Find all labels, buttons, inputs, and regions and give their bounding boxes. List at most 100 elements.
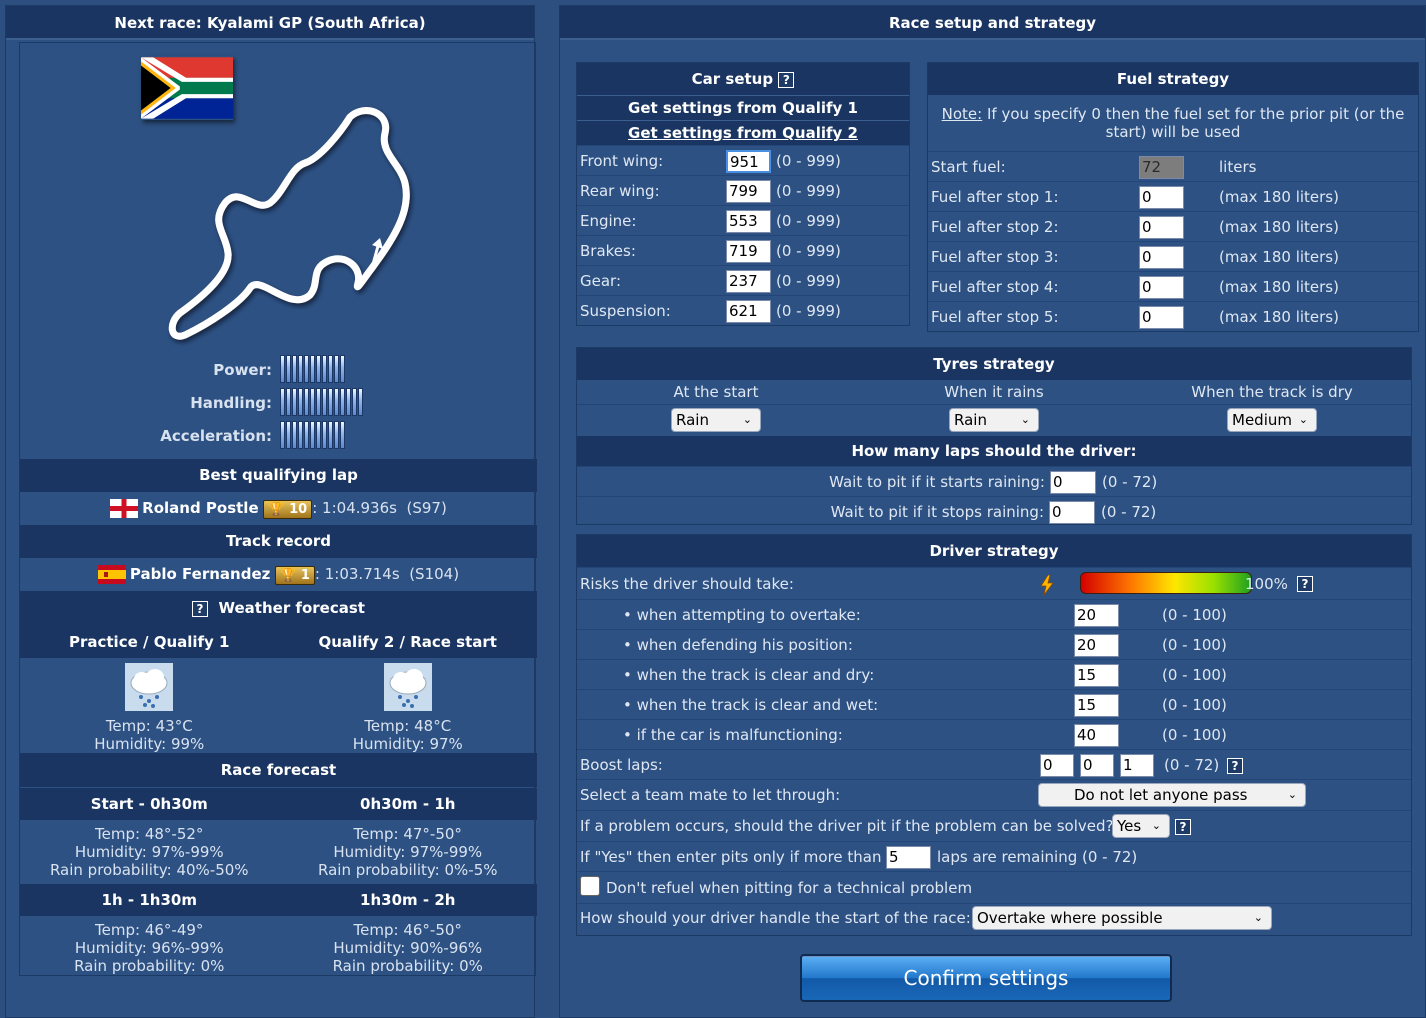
problem-value: Yes [1117, 817, 1142, 835]
record-season: (S104) [409, 565, 460, 583]
qualify1-settings-link[interactable]: Get settings from Qualify 1 [577, 95, 909, 120]
teammate-select[interactable]: Do not let anyone pass ⌄ [1038, 783, 1306, 807]
record-driver[interactable]: Pablo Fernandez [130, 565, 270, 583]
stat-bar-segment [322, 388, 327, 416]
note-text: If you specify 0 then the fuel set for t… [982, 105, 1405, 141]
stat-bar-segment [328, 421, 333, 449]
spain-flag-icon [97, 565, 126, 584]
england-flag-icon [110, 499, 139, 518]
tyre-rain-select[interactable]: Rain ⌄ [949, 408, 1039, 432]
race-forecast-header: Race forecast [20, 753, 537, 787]
power-stat: Power: [20, 355, 537, 385]
fuel-input[interactable]: 72 [1139, 156, 1184, 179]
best-lap-time: : 1:04.936s [312, 499, 397, 517]
setting-range: (0 - 999) [776, 242, 841, 260]
fuel-unit: (max 180 liters) [1219, 188, 1339, 206]
lightning-icon [1040, 575, 1054, 595]
stat-bar-segment [304, 388, 309, 416]
wait-rain-input[interactable]: 0 [1050, 471, 1096, 494]
help-icon[interactable]: ? [192, 600, 209, 617]
risk-setting-range: (0 - 100) [1162, 726, 1227, 744]
forecast-temp: Temp: 46°-50° [353, 921, 462, 939]
boost-input-2[interactable]: 0 [1080, 754, 1114, 777]
race-start-select[interactable]: Overtake where possible ⌄ [972, 906, 1272, 930]
setting-input[interactable]: 553 [726, 210, 771, 233]
forecast-humidity: Humidity: 96%-99% [74, 939, 224, 957]
setting-input[interactable]: 951 [726, 150, 771, 173]
wait-stop-input[interactable]: 0 [1049, 501, 1095, 524]
race-setup-panel: Race setup and strategy Car setup ? Get … [559, 5, 1426, 1018]
risk-setting-input[interactable]: 15 [1074, 694, 1119, 717]
stat-bar-segment [358, 388, 363, 416]
confirm-settings-button[interactable]: Confirm settings [800, 954, 1172, 1002]
help-icon[interactable]: ? [1175, 819, 1191, 835]
risk-setting-input[interactable]: 15 [1074, 664, 1119, 687]
setting-input[interactable]: 621 [726, 300, 771, 323]
fuel-input[interactable]: 0 [1139, 276, 1184, 299]
stat-bar-segment [322, 421, 327, 449]
stat-bar-segment [304, 355, 309, 383]
stat-bar-segment [310, 355, 315, 383]
fuel-input[interactable]: 0 [1139, 216, 1184, 239]
risk-setting-label: • when defending his position: [623, 636, 853, 654]
stat-bar-segment [352, 388, 357, 416]
boost-input-3[interactable]: 1 [1120, 754, 1154, 777]
boost-row: Boost laps: 0 0 1 (0 - 72) ? [577, 749, 1411, 779]
qualify2-settings-link[interactable]: Get settings from Qualify 2 [577, 120, 909, 145]
best-lap-row: Roland Postle 🏆 10: 1:04.936s (S97) [20, 492, 537, 525]
car-setup-rows: Front wing: 951 (0 - 999) Rear wing: 799 (0 -… [577, 145, 909, 325]
driver-header: Driver strategy [577, 535, 1411, 567]
refuel-row: Don't refuel when pitting for a technica… [577, 871, 1411, 903]
tyre-labels: At the start When it rains When the trac… [577, 380, 1411, 404]
fuel-input[interactable]: 0 [1139, 246, 1184, 269]
tyre-dry-select[interactable]: Medium ⌄ [1227, 408, 1317, 432]
risk-setting-input[interactable]: 20 [1074, 604, 1119, 627]
refuel-checkbox[interactable] [580, 876, 600, 896]
setting-input[interactable]: 237 [726, 270, 771, 293]
acceleration-bars [280, 421, 345, 449]
panel-title: Race setup and strategy [560, 6, 1425, 40]
weather-humidity: Humidity: 99% [94, 735, 205, 753]
fuel-input[interactable]: 0 [1139, 306, 1184, 329]
rain-cloud-icon [383, 663, 432, 711]
setting-input[interactable]: 799 [726, 180, 771, 203]
boost-input-1[interactable]: 0 [1040, 754, 1074, 777]
risk-setting-label: • when attempting to overtake: [623, 606, 861, 624]
setting-range: (0 - 999) [776, 302, 841, 320]
forecast-temp: Temp: 46°-49° [95, 921, 204, 939]
fuel-input[interactable]: 0 [1139, 186, 1184, 209]
fuel-label: Fuel after stop 2: [931, 218, 1059, 236]
help-icon[interactable]: ? [1297, 576, 1313, 592]
tyre-start-select[interactable]: Rain ⌄ [671, 408, 761, 432]
risk-rows: • when attempting to overtake: 20 (0 - 100… [577, 599, 1411, 749]
tyre-dry-label: When the track is dry [1191, 383, 1353, 401]
pit-laps-row: If "Yes" then enter pits only if more th… [577, 841, 1411, 871]
stat-bar-segment [298, 421, 303, 449]
stat-bar-segment [316, 421, 321, 449]
car-setup-row: Engine: 553 (0 - 999) [577, 205, 909, 235]
help-icon[interactable]: ? [1227, 758, 1243, 774]
fuel-unit: (max 180 liters) [1219, 308, 1339, 326]
setting-input[interactable]: 719 [726, 240, 771, 263]
pit-laps-input[interactable]: 5 [886, 846, 931, 869]
risk-setting-row: • when the track is clear and wet: 15 (0 -… [577, 689, 1411, 719]
help-icon[interactable]: ? [778, 71, 795, 88]
best-lap-driver[interactable]: Roland Postle [142, 499, 258, 517]
stat-bar-segment [340, 355, 345, 383]
risk-setting-input[interactable]: 40 [1074, 724, 1119, 747]
car-setup-title: Car setup [691, 70, 774, 88]
driver-strategy-box: Driver strategy Risks the driver should … [576, 534, 1412, 936]
power-label: Power: [213, 361, 272, 379]
risk-setting-label: • when the track is clear and wet: [623, 696, 879, 714]
problem-select[interactable]: Yes ⌄ [1112, 814, 1170, 838]
forecast-period: Temp: 46°-50° Humidity: 90%-96% Rain pro… [279, 921, 538, 975]
risk-slider[interactable] [1080, 572, 1252, 594]
stat-bar-segment [298, 388, 303, 416]
rain-cloud-icon [125, 663, 174, 711]
risk-row: Risks the driver should take: 100% ? [577, 567, 1411, 599]
fuel-row: Fuel after stop 5: 0 (max 180 liters) [928, 301, 1418, 331]
risk-setting-input[interactable]: 20 [1074, 634, 1119, 657]
fuel-unit: (max 180 liters) [1219, 278, 1339, 296]
best-lap-season: (S97) [406, 499, 447, 517]
panel-title: Next race: Kyalami GP (South Africa) [6, 6, 534, 40]
